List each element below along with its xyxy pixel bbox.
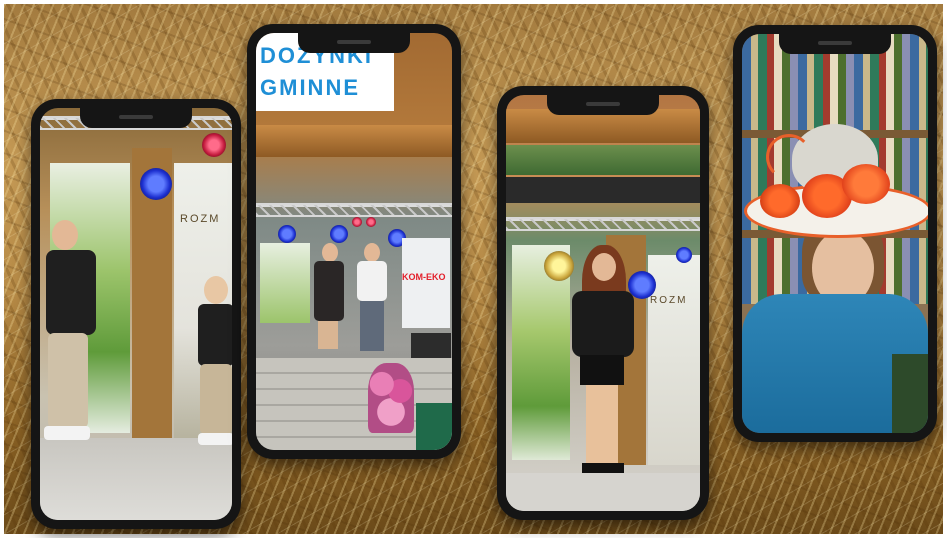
logo-kom-eko: KOM-EKO xyxy=(402,272,446,282)
singer-body-2 xyxy=(357,261,387,301)
photo-singer: ROZM xyxy=(506,95,700,511)
singer-head-2 xyxy=(364,243,380,262)
singer-skirt xyxy=(580,355,624,385)
roof-beam xyxy=(256,125,452,157)
child-dancer-legs xyxy=(200,364,232,434)
stage-light-blue-2 xyxy=(676,247,692,263)
dancer-shoes xyxy=(44,426,90,440)
stage-light-red xyxy=(202,133,226,157)
stage-light-red-2 xyxy=(366,217,376,227)
hat-flower-2 xyxy=(842,164,890,204)
phone-notch xyxy=(298,33,410,53)
stage-light-blue-2 xyxy=(330,225,348,243)
singer-head xyxy=(592,253,616,281)
singer-head-1 xyxy=(322,243,338,262)
phone-frame-stage-duo: DOZYNKI GMINNE KOM-EKO xyxy=(247,24,461,459)
singer-jacket xyxy=(572,291,634,357)
phone-notch xyxy=(779,34,891,54)
singer-shoes xyxy=(582,463,624,473)
singer-legs-2 xyxy=(360,301,384,351)
phone-frame-dancers: ROZM xyxy=(31,99,241,529)
child-dancer-torso xyxy=(198,304,232,366)
stage-light-left xyxy=(544,251,574,281)
phone-notch xyxy=(547,95,659,115)
dancer-head xyxy=(52,220,78,250)
stage-light-red-1 xyxy=(352,217,362,227)
stage-light-blue-1 xyxy=(278,225,296,243)
child-dancer-head xyxy=(204,276,228,304)
dancer-torso xyxy=(46,250,96,335)
stage-truss xyxy=(506,217,700,231)
stage-light-blue xyxy=(140,168,172,200)
logo-rozmo: ROZM xyxy=(180,213,221,225)
green-box xyxy=(416,403,452,450)
photo-dancers: ROZM xyxy=(40,108,232,520)
photo-stage-duo: DOZYNKI GMINNE KOM-EKO xyxy=(256,33,452,450)
heather-plant xyxy=(368,363,414,433)
hat-ribbon xyxy=(766,134,812,180)
banner-line-2: GMINNE xyxy=(260,75,360,100)
singer-legs-1 xyxy=(318,321,338,349)
trees xyxy=(506,145,700,175)
photo-hat-portrait xyxy=(742,34,928,433)
stage-banner-kom-eko: KOM-EKO xyxy=(402,238,450,328)
stage-floor xyxy=(506,473,700,511)
stage-truss xyxy=(256,203,452,217)
chair-green xyxy=(892,354,928,433)
singer-body-1 xyxy=(314,261,344,321)
phone-frame-singer: ROZM xyxy=(497,86,709,520)
hat-flower-3 xyxy=(760,184,800,218)
dancer-legs xyxy=(48,333,88,428)
stage-roof-dark xyxy=(506,177,700,203)
logo-rozmo: ROZM xyxy=(650,295,688,306)
child-dancer-shoes xyxy=(198,433,232,445)
stage-floor xyxy=(40,438,232,520)
singer-legs xyxy=(586,385,618,465)
stage-banner-left xyxy=(260,243,310,323)
phone-frame-hat-portrait xyxy=(733,25,937,442)
phone-notch xyxy=(80,108,192,128)
